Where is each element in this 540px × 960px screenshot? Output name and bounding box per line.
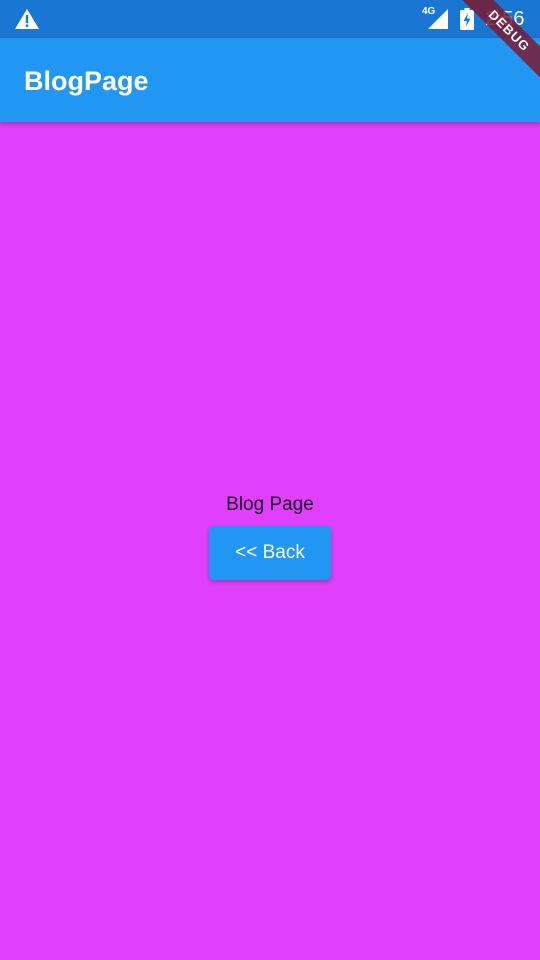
screen: 4G 2:56 BlogPage DEBUG Blog Page << Back <box>0 0 540 960</box>
battery-charging-icon <box>460 8 474 30</box>
status-bar: 4G 2:56 <box>0 0 540 38</box>
app-bar: BlogPage <box>0 38 540 122</box>
network-indicator: 4G <box>422 7 450 29</box>
back-button[interactable]: << Back <box>209 526 331 580</box>
blog-page-text: Blog Page <box>226 494 314 515</box>
warning-icon <box>14 8 40 30</box>
page-title: BlogPage <box>24 66 149 96</box>
signal-icon <box>428 9 448 29</box>
